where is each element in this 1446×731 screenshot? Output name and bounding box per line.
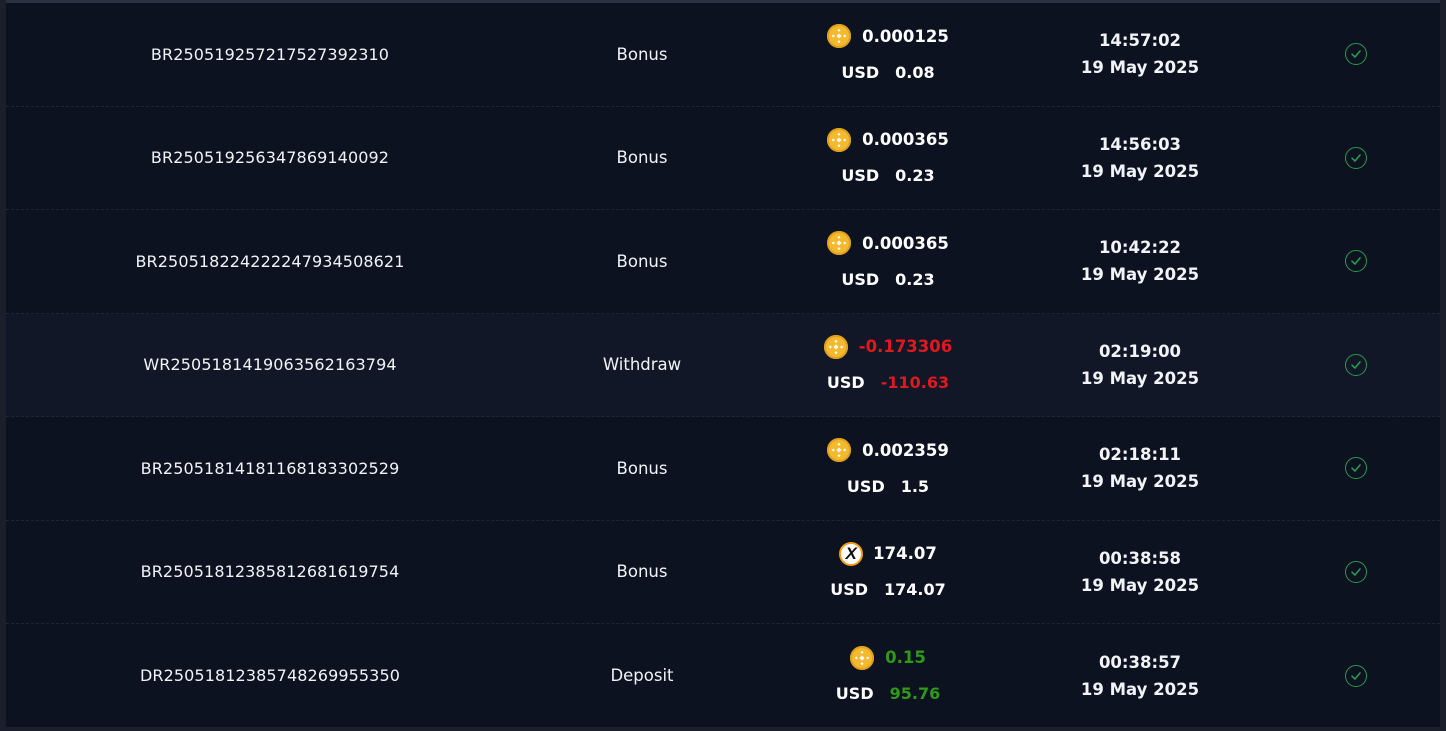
usd-label: USD [841, 62, 880, 82]
transaction-date: 19 May 2025 [1080, 265, 1200, 285]
bnb-icon [827, 127, 852, 152]
bnb-icon [827, 24, 852, 49]
transaction-id: WR2505181419063562163794 [143, 355, 397, 375]
usd-label: USD [835, 684, 874, 704]
datetime-cell: 14:57:02 19 May 2025 [1026, 3, 1254, 106]
transaction-id: BR250518224222247934508621 [135, 251, 405, 271]
transaction-type: Withdraw [602, 355, 682, 375]
transaction-time: 00:38:58 [1098, 548, 1182, 568]
status-cell [1254, 314, 1446, 417]
x-token-icon: X [839, 541, 864, 566]
transaction-id: BR250519257217527392310 [150, 44, 390, 64]
check-circle-icon [1345, 250, 1367, 273]
transaction-time: 00:38:57 [1098, 652, 1182, 672]
transaction-type: Bonus [616, 562, 668, 582]
transaction-date: 19 May 2025 [1080, 472, 1200, 492]
datetime-cell: 14:56:03 19 May 2025 [1026, 107, 1254, 210]
status-cell [1254, 417, 1446, 520]
usd-label: USD [841, 166, 880, 186]
datetime-cell: 10:42:22 19 May 2025 [1026, 210, 1254, 313]
table-row[interactable]: DR25051812385748269955350 Deposit 0.15 U… [6, 624, 1440, 728]
bnb-icon [827, 231, 852, 256]
usd-label: USD [846, 476, 885, 496]
check-circle-icon [1345, 43, 1367, 66]
usd-amount: 0.23 [895, 166, 935, 186]
transaction-type: Bonus [616, 251, 668, 271]
table-row[interactable]: BR25051814181168183302529 Bonus 0.002359… [6, 417, 1440, 521]
amount-cell: 0.000365 USD 0.23 [750, 210, 1026, 313]
crypto-amount: 0.15 [885, 648, 926, 668]
amount-cell: -0.173306 USD -110.63 [750, 314, 1026, 417]
transaction-id: BR25051814181168183302529 [140, 458, 400, 478]
usd-amount: 0.23 [895, 269, 935, 289]
amount-cell: X 174.07 USD 174.07 [750, 521, 1026, 624]
transactions-table: BR250519257217527392310 Bonus 0.000125 U… [6, 3, 1440, 728]
bnb-icon [827, 438, 852, 463]
transaction-id: DR25051812385748269955350 [139, 666, 401, 686]
datetime-cell: 02:19:00 19 May 2025 [1026, 314, 1254, 417]
transaction-id: BR250519256347869140092 [150, 148, 390, 168]
datetime-cell: 00:38:58 19 May 2025 [1026, 521, 1254, 624]
table-row[interactable]: BR25051812385812681619754 Bonus X 174.07… [6, 521, 1440, 624]
check-circle-icon [1345, 664, 1367, 687]
transaction-date: 19 May 2025 [1080, 679, 1200, 699]
crypto-amount: 174.07 [873, 544, 937, 564]
status-cell [1254, 107, 1446, 210]
transaction-time: 10:42:22 [1098, 238, 1182, 258]
table-row[interactable]: BR250519256347869140092 Bonus 0.000365 U… [6, 107, 1440, 210]
check-circle-icon [1345, 457, 1367, 480]
usd-amount: 95.76 [889, 684, 941, 704]
datetime-cell: 02:18:11 19 May 2025 [1026, 417, 1254, 520]
transaction-time: 02:18:11 [1098, 445, 1182, 465]
amount-cell: 0.000365 USD 0.23 [750, 107, 1026, 210]
transaction-type: Deposit [610, 666, 674, 686]
transaction-date: 19 May 2025 [1080, 575, 1200, 595]
amount-cell: 0.002359 USD 1.5 [750, 417, 1026, 520]
bnb-icon [823, 334, 848, 359]
status-cell [1254, 3, 1446, 106]
status-cell [1254, 624, 1446, 728]
usd-amount: 1.5 [900, 476, 930, 496]
bnb-icon [850, 645, 875, 670]
transaction-id: BR25051812385812681619754 [140, 562, 400, 582]
table-row[interactable]: BR250519257217527392310 Bonus 0.000125 U… [6, 3, 1440, 107]
transaction-type: Bonus [616, 148, 668, 168]
transaction-time: 14:57:02 [1098, 31, 1182, 51]
usd-amount: 0.08 [895, 62, 935, 82]
crypto-amount: 0.000365 [862, 130, 949, 150]
usd-label: USD [830, 580, 869, 600]
amount-cell: 0.000125 USD 0.08 [750, 3, 1026, 106]
check-circle-icon [1345, 353, 1367, 376]
transaction-type: Bonus [616, 458, 668, 478]
check-circle-icon [1345, 560, 1367, 583]
crypto-amount: 0.000365 [862, 233, 949, 253]
status-cell [1254, 521, 1446, 624]
usd-label: USD [841, 269, 880, 289]
check-circle-icon [1345, 146, 1367, 169]
transaction-date: 19 May 2025 [1080, 58, 1200, 78]
table-row[interactable]: WR2505181419063562163794 Withdraw -0.173… [6, 313, 1440, 417]
transaction-type: Bonus [616, 44, 668, 64]
usd-label: USD [826, 373, 865, 393]
transactions-panel: BR250519257217527392310 Bonus 0.000125 U… [6, 0, 1440, 727]
transaction-date: 19 May 2025 [1080, 161, 1200, 181]
usd-amount: 174.07 [884, 580, 946, 600]
transaction-date: 19 May 2025 [1080, 368, 1200, 388]
status-cell [1254, 210, 1446, 313]
datetime-cell: 00:38:57 19 May 2025 [1026, 624, 1254, 728]
usd-amount: -110.63 [880, 373, 950, 393]
transaction-time: 14:56:03 [1098, 134, 1182, 154]
crypto-amount: -0.173306 [858, 337, 953, 357]
crypto-amount: 0.002359 [862, 440, 949, 460]
transaction-time: 02:19:00 [1098, 341, 1182, 361]
amount-cell: 0.15 USD 95.76 [750, 624, 1026, 728]
table-row[interactable]: BR250518224222247934508621 Bonus 0.00036… [6, 210, 1440, 314]
crypto-amount: 0.000125 [862, 26, 949, 46]
